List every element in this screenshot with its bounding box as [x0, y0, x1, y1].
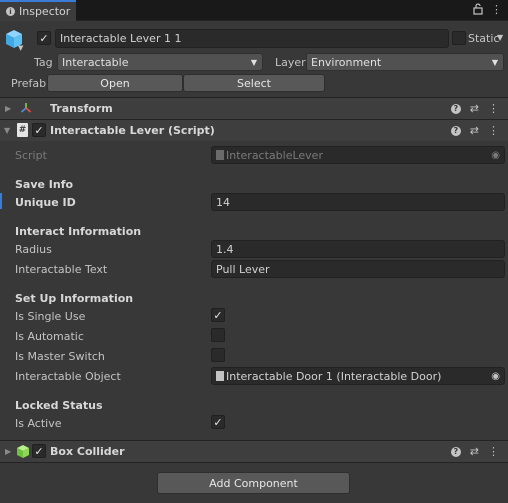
single-use-label: Is Single Use — [15, 310, 86, 323]
script-file-icon: # — [17, 123, 28, 137]
automatic-checkbox[interactable] — [211, 328, 225, 342]
interactable-text-label: Interactable Text — [15, 263, 108, 276]
box-collider-title: Box Collider — [50, 445, 125, 458]
unique-id-field[interactable]: 14 — [211, 193, 505, 211]
foldout-arrow-icon[interactable]: ▶ — [5, 447, 11, 456]
script-component-header[interactable]: ▼ # ✓ Interactable Lever (Script) ? ⇄ ⋮ — [0, 120, 508, 141]
is-active-checkbox[interactable]: ✓ — [211, 415, 225, 429]
radius-label: Radius — [15, 243, 52, 256]
gameobject-icon-dropdown[interactable]: ▼ — [18, 44, 23, 52]
tab-inspector[interactable]: i Inspector — [0, 0, 76, 21]
tab-label: Inspector — [19, 5, 71, 18]
layer-dropdown[interactable]: Environment ▼ — [306, 53, 504, 71]
is-active-label: Is Active — [15, 417, 62, 430]
unique-id-label: Unique ID — [15, 196, 76, 209]
foldout-arrow-icon[interactable]: ▶ — [5, 104, 11, 113]
prefab-open-button[interactable]: Open — [47, 74, 183, 92]
script-label: Script — [15, 149, 47, 162]
interactable-object-label: Interactable Object — [15, 370, 121, 383]
object-picker-icon[interactable]: ◉ — [491, 371, 500, 382]
kebab-menu-icon[interactable]: ⋮ — [488, 102, 499, 115]
script-enabled-checkbox[interactable]: ✓ — [32, 123, 46, 137]
master-switch-label: Is Master Switch — [15, 350, 105, 363]
script-value: InteractableLever — [226, 148, 323, 162]
box-collider-enabled-checkbox[interactable]: ✓ — [32, 444, 46, 458]
save-info-header: Save Info — [15, 178, 74, 191]
interactable-text-field[interactable]: Pull Lever — [211, 260, 505, 278]
prefab-label: Prefab — [11, 77, 47, 90]
lock-icon[interactable] — [473, 3, 483, 18]
tag-label: Tag — [34, 56, 53, 69]
interact-info-header: Interact Information — [15, 225, 142, 238]
chevron-down-icon: ▼ — [491, 57, 498, 67]
add-component-button[interactable]: Add Component — [157, 472, 350, 494]
kebab-menu-icon[interactable]: ⋮ — [488, 124, 499, 137]
script-component-title: Interactable Lever (Script) — [50, 124, 215, 137]
interactable-object-value: Interactable Door 1 (Interactable Door) — [226, 369, 442, 383]
object-name-field[interactable]: Interactable Lever 1 1 — [55, 29, 449, 48]
help-icon[interactable]: ? — [450, 125, 461, 136]
script-file-icon — [216, 371, 224, 381]
foldout-arrow-icon[interactable]: ▼ — [4, 126, 10, 135]
single-use-checkbox[interactable]: ✓ — [211, 308, 225, 322]
script-object-field: InteractableLever ◉ — [211, 146, 505, 164]
layer-label: Layer — [275, 56, 306, 69]
static-dropdown-icon[interactable]: ▼ — [497, 33, 503, 42]
presets-icon[interactable]: ⇄ — [470, 124, 479, 137]
object-picker-icon: ◉ — [491, 149, 500, 161]
static-label: Static — [468, 32, 500, 45]
divider — [0, 462, 508, 463]
help-icon[interactable]: ? — [450, 446, 461, 457]
box-collider-header[interactable]: ▶ ✓ Box Collider ? ⇄ ⋮ — [0, 441, 508, 462]
info-icon: i — [6, 7, 15, 16]
interactable-object-field[interactable]: Interactable Door 1 (Interactable Door) … — [211, 367, 505, 385]
kebab-menu-icon[interactable]: ⋮ — [491, 3, 502, 18]
transform-title: Transform — [50, 102, 113, 115]
active-checkbox[interactable]: ✓ — [37, 31, 51, 45]
kebab-menu-icon[interactable]: ⋮ — [488, 445, 499, 458]
presets-icon[interactable]: ⇄ — [470, 445, 479, 458]
tag-dropdown[interactable]: Interactable ▼ — [57, 53, 263, 71]
help-icon[interactable]: ? — [450, 103, 461, 114]
focus-indicator — [0, 193, 2, 209]
static-checkbox[interactable] — [452, 31, 466, 45]
radius-field[interactable]: 1.4 — [211, 240, 505, 258]
script-file-icon — [216, 150, 224, 160]
layer-value: Environment — [311, 55, 382, 69]
master-switch-checkbox[interactable] — [211, 348, 225, 362]
automatic-label: Is Automatic — [15, 330, 84, 343]
box-collider-icon — [16, 444, 30, 462]
chevron-down-icon: ▼ — [250, 57, 257, 67]
setup-info-header: Set Up Information — [15, 292, 134, 305]
locked-status-header: Locked Status — [15, 399, 103, 412]
presets-icon[interactable]: ⇄ — [470, 102, 479, 115]
transform-icon — [20, 102, 32, 117]
transform-header[interactable]: ▶ Transform ? ⇄ ⋮ — [0, 98, 508, 119]
tag-value: Interactable — [62, 55, 129, 69]
tab-bar: i Inspector ⋮ — [0, 0, 508, 21]
prefab-select-button[interactable]: Select — [183, 74, 325, 92]
